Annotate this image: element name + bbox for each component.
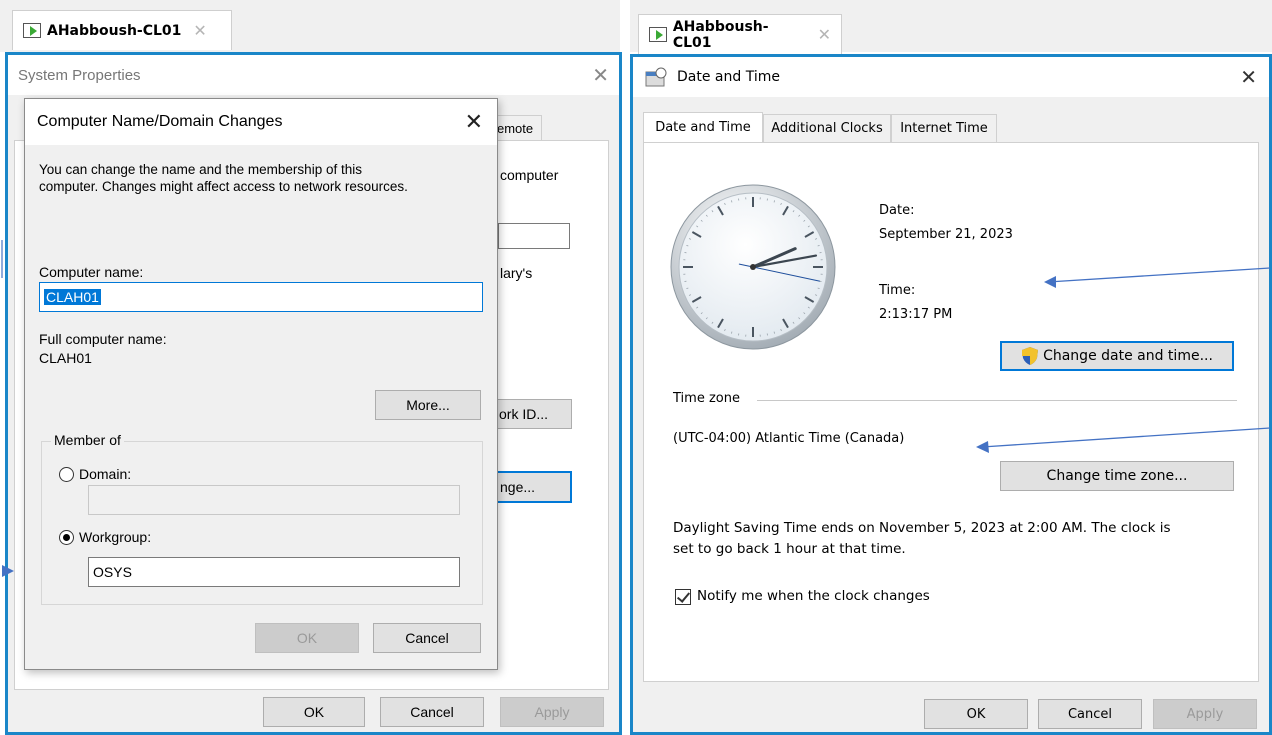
member-of-label: Member of [51, 432, 124, 448]
right-vm-tab-label: AHabboush-CL01 [672, 18, 769, 51]
computer-name-dialog-title: Computer Name/Domain Changes [37, 113, 283, 130]
workgroup-value: OSYS [93, 564, 132, 580]
date-label: Date: [879, 203, 915, 218]
time-zone-value: (UTC-04:00) Atlantic Time (Canada) [673, 431, 905, 446]
dst-line-2: set to go back 1 hour at that time. [673, 541, 906, 557]
dialog-ok-button[interactable]: OK [255, 623, 359, 653]
change-time-zone-button[interactable]: Change time zone... [1000, 461, 1234, 491]
domain-label: Domain: [79, 466, 132, 482]
system-properties-title: System Properties [18, 66, 141, 84]
full-computer-name-value: CLAH01 [39, 350, 92, 366]
dst-line-1: Daylight Saving Time ends on November 5,… [673, 520, 1171, 536]
date-time-cancel-button[interactable]: Cancel [1038, 699, 1142, 729]
date-time-ok-button[interactable]: OK [924, 699, 1028, 729]
date-time-tabs: Date and Time Additional Clocks Internet… [643, 112, 1263, 144]
partial-tab-remote[interactable]: emote [492, 115, 542, 141]
notify-label: Notify me when the clock changes [697, 588, 930, 604]
computer-name-value: CLAH01 [44, 289, 101, 305]
workgroup-radio[interactable] [59, 530, 74, 545]
dialog-description-line1: You can change the name and the membersh… [39, 162, 362, 177]
partial-description-input[interactable] [498, 223, 570, 249]
left-vm-tabstrip: AHabboush-CL01 ✕ [0, 0, 620, 52]
dialog-description-line2: computer. Changes might affect access to… [39, 179, 408, 194]
system-properties-titlebar: System Properties ✕ [8, 55, 619, 95]
full-computer-name-label: Full computer name: [39, 331, 167, 347]
partial-text-arys: lary's [500, 265, 533, 281]
date-time-icon [645, 67, 667, 87]
left-vm-tab-label: AHabboush-CL01 [47, 22, 182, 39]
partial-text-computer: computer [500, 167, 559, 183]
computer-name-dialog: Computer Name/Domain Changes ✕ You can c… [24, 98, 498, 670]
partial-network-id-button[interactable]: ork ID... [494, 399, 572, 429]
vm-console-icon [23, 23, 41, 38]
clock-center-pin [750, 264, 756, 270]
system-properties-ok-button[interactable]: OK [263, 697, 365, 727]
right-vm-tab[interactable]: AHabboush-CL01 ✕ [638, 14, 842, 54]
left-vm-tab[interactable]: AHabboush-CL01 ✕ [12, 10, 232, 50]
arrow-head-date-time [1044, 276, 1056, 288]
date-and-time-titlebar: Date and Time ✕ [633, 57, 1269, 97]
tab-internet-time[interactable]: Internet Time [891, 114, 997, 142]
close-icon[interactable]: ✕ [592, 63, 609, 88]
notify-checkbox[interactable] [675, 589, 691, 605]
date-value: September 21, 2023 [879, 227, 1013, 242]
dialog-close-icon[interactable]: ✕ [465, 109, 483, 135]
more-button[interactable]: More... [375, 390, 481, 420]
computer-name-input[interactable]: CLAH01 [39, 282, 483, 312]
domain-input[interactable] [88, 485, 460, 515]
computer-name-dialog-titlebar: Computer Name/Domain Changes ✕ [25, 99, 497, 145]
close-tab-icon[interactable]: ✕ [193, 21, 206, 40]
tab-additional-clocks[interactable]: Additional Clocks [763, 114, 891, 142]
close-tab-icon[interactable]: ✕ [818, 25, 831, 44]
analog-clock [670, 184, 836, 350]
annotation-arrow-left [1, 240, 14, 577]
date-and-time-title: Date and Time [677, 69, 780, 85]
workgroup-input[interactable]: OSYS [88, 557, 460, 587]
close-icon[interactable]: ✕ [1240, 65, 1257, 90]
system-properties-apply-button[interactable]: Apply [500, 697, 604, 727]
date-time-apply-button[interactable]: Apply [1153, 699, 1257, 729]
arrow-head-time-zone [976, 441, 989, 453]
partial-change-button[interactable]: nge... [494, 471, 572, 503]
tab-date-and-time[interactable]: Date and Time [643, 112, 763, 142]
vm-console-icon [649, 27, 667, 42]
time-label: Time: [879, 283, 916, 298]
domain-radio[interactable] [59, 467, 74, 482]
system-properties-cancel-button[interactable]: Cancel [380, 697, 484, 727]
workgroup-label: Workgroup: [79, 529, 152, 545]
dialog-cancel-button[interactable]: Cancel [373, 623, 481, 653]
time-zone-label: Time zone [673, 391, 740, 406]
annotation-arrows-right [976, 267, 1271, 453]
computer-name-label: Computer name: [39, 264, 144, 280]
